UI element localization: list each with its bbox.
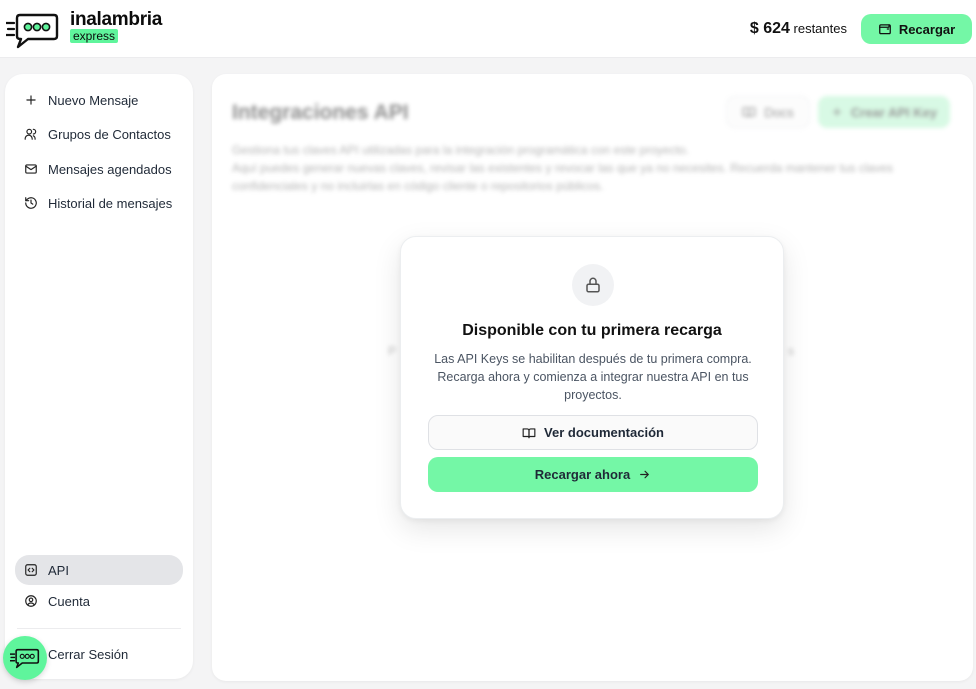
page-description: Gestiona tus claves API utilizadas para …	[232, 141, 932, 195]
sidebar-item-label: Cuenta	[48, 593, 90, 609]
docs-button[interactable]: Docs	[726, 96, 810, 128]
balance-suffix: restantes	[793, 21, 847, 36]
mail-icon	[25, 164, 37, 174]
top-header: inalambria express $ 624 restantes Recar…	[0, 0, 976, 58]
sidebar-item-label: Nuevo Mensaje	[48, 92, 139, 108]
recharge-now-label: Recargar ahora	[534, 467, 631, 482]
chat-support-button[interactable]	[3, 636, 47, 680]
history-icon	[25, 197, 37, 209]
lock-icon	[586, 277, 600, 293]
sidebar-item-label: Mensajes agendados	[48, 161, 172, 177]
first-recharge-card: Disponible con tu primera recarga Las AP…	[400, 236, 784, 519]
sidebar-item-account[interactable]: Cuenta	[15, 586, 183, 616]
recharge-now-button[interactable]: Recargar ahora	[428, 457, 758, 492]
view-documentation-button[interactable]: Ver documentación	[428, 415, 758, 450]
recharge-label: Recargar	[898, 21, 956, 37]
view-documentation-label: Ver documentación	[544, 425, 664, 440]
book-icon	[742, 107, 756, 118]
recharge-button[interactable]: Recargar	[861, 14, 972, 44]
sidebar-item-message-history[interactable]: Historial de mensajes	[15, 188, 183, 218]
create-api-key-button[interactable]: Crear API Key	[818, 96, 950, 128]
users-icon	[24, 128, 37, 140]
balance-display: $ 624 restantes	[750, 20, 847, 38]
plus-icon	[832, 107, 841, 117]
page-description-line-1: Gestiona tus claves API utilizadas para …	[232, 143, 689, 157]
page-description-line-2: Aquí puedes generar nuevas claves, revis…	[232, 161, 894, 193]
chat-bubble-logo-icon	[6, 13, 59, 49]
sidebar-item-label: API	[48, 562, 69, 578]
sidebar: Nuevo Mensaje Grupos de Contactos Mensaj…	[5, 74, 193, 679]
brand-sub: express	[70, 29, 119, 43]
ghost-text-left: P	[388, 344, 397, 358]
sidebar-item-label: Historial de mensajes	[48, 195, 173, 211]
lock-badge	[572, 264, 614, 306]
card-title: Disponible con tu primera recarga	[462, 322, 722, 339]
create-api-key-label: Crear API Key	[850, 104, 938, 120]
sidebar-item-new-message[interactable]: Nuevo Mensaje	[15, 85, 183, 115]
sidebar-item-contact-groups[interactable]: Grupos de Contactos	[15, 119, 183, 149]
ghost-text-right: s	[788, 344, 794, 358]
sidebar-divider	[17, 628, 181, 629]
sidebar-item-api[interactable]: API	[15, 555, 183, 585]
balance-amount: $ 624	[749, 20, 790, 37]
page-title: Integraciones API	[232, 101, 409, 124]
code-icon	[25, 564, 37, 576]
book-icon	[522, 427, 536, 438]
sidebar-item-label: Cerrar Sesión	[48, 646, 129, 662]
card-body: Las API Keys se habilitan después de tu …	[434, 352, 752, 402]
docs-label: Docs	[764, 104, 794, 120]
arrow-right-icon	[640, 470, 650, 479]
plus-icon	[26, 95, 36, 105]
brand-logo[interactable]: inalambria express	[6, 9, 166, 51]
user-circle-icon	[25, 595, 37, 607]
chat-bubble-icon	[10, 648, 40, 669]
sidebar-item-scheduled-messages[interactable]: Mensajes agendados	[15, 154, 183, 184]
brand-name: inalambria	[70, 9, 163, 30]
wallet-icon	[878, 24, 891, 35]
sidebar-item-label: Grupos de Contactos	[48, 126, 171, 142]
